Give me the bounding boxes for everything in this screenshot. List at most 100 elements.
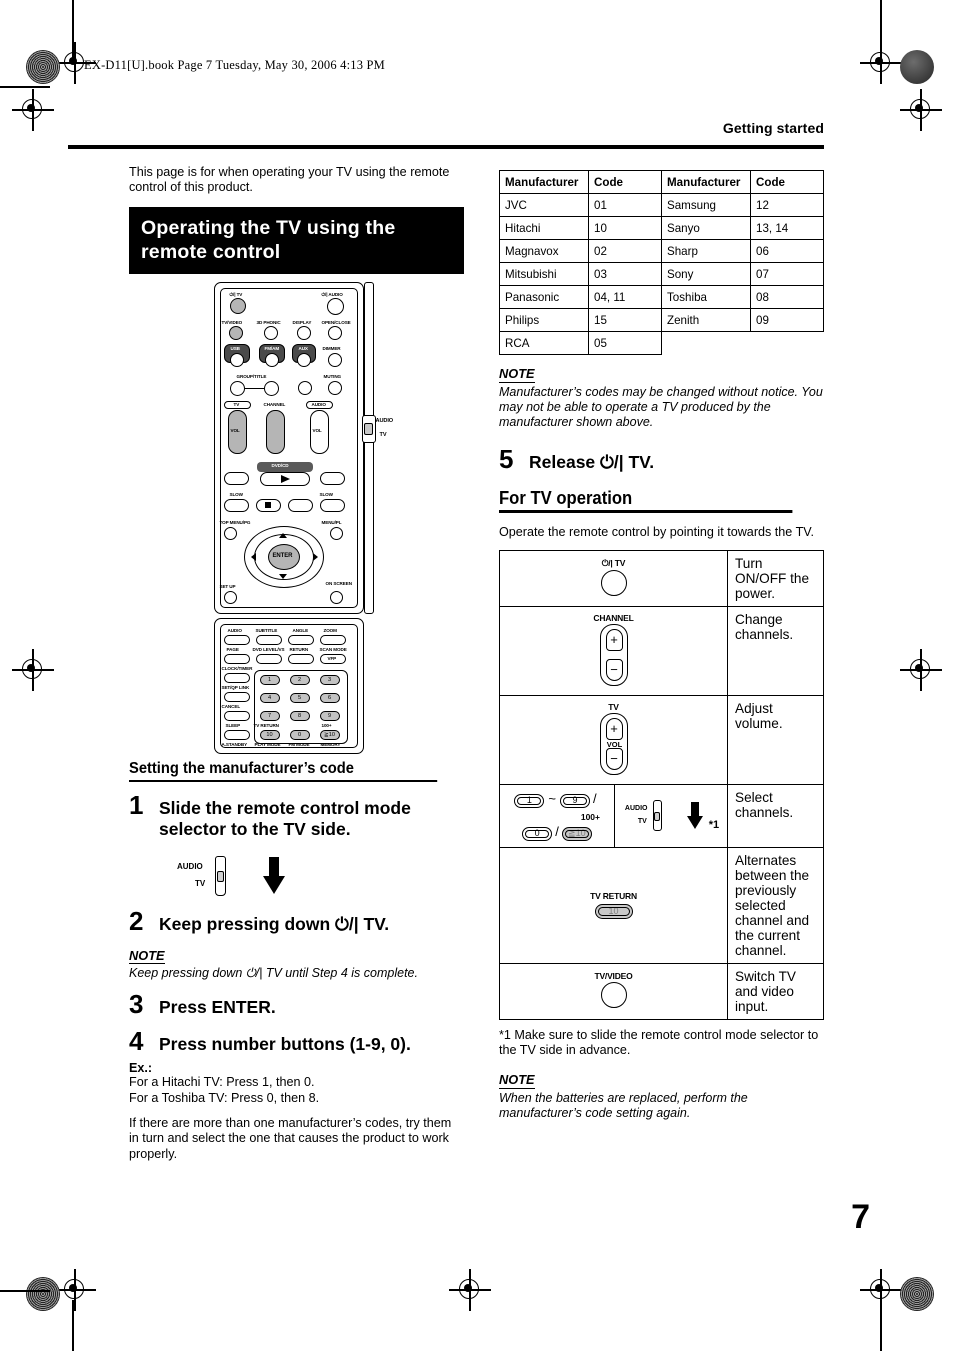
- remote-fastforward-button: [319, 498, 345, 512]
- note-2-body: Keep pressing down ⏻/| TV until Step 4 i…: [129, 966, 418, 981]
- crop-line-right-bottom: [880, 1300, 882, 1351]
- crop-line-bottom-band: [0, 1290, 50, 1292]
- slash-separator-1: /: [592, 790, 597, 806]
- cell-empty: [662, 332, 751, 355]
- cell-code: 08: [750, 285, 824, 309]
- cell-manufacturer: Samsung: [661, 193, 751, 217]
- col-code-2: Code: [750, 170, 824, 194]
- remote-label-3d-phonic: 3D PHONIC: [256, 319, 281, 325]
- registration-mark-bottom-center: [449, 1269, 491, 1311]
- table-row: JVC 01 Samsung 12: [499, 193, 824, 217]
- remote-label-power-tv: ⏻/| TV: [229, 291, 243, 297]
- remote-label-top-menu: TOP MENU/PG: [219, 519, 251, 525]
- remote-nav-down-icon: [278, 573, 287, 579]
- operation-icon-tv-video: TV/VIDEO: [499, 962, 728, 1020]
- remote-back-button: [297, 380, 312, 395]
- remote-nav-left-icon: [250, 552, 256, 561]
- tv-video-button-icon: [600, 982, 627, 1009]
- remote-muting-button: [327, 380, 342, 395]
- tv-return-button-icon: 10: [594, 904, 633, 920]
- remote-set-up-button: [223, 590, 237, 604]
- remote-key-2: 2: [289, 674, 310, 685]
- step-5-text: Release ⏻/| TV.: [529, 452, 655, 473]
- step-4-text: Press number buttons (1-9, 0).: [159, 1034, 411, 1055]
- cell-code: 02: [588, 239, 662, 263]
- operation-icon-selector: AUDIO TV *1: [614, 783, 728, 848]
- operation-desc-select-channels: Select channels.: [727, 783, 824, 848]
- vol-glyph-sublabel: VOL: [606, 739, 623, 749]
- remote-angle-button: [287, 634, 314, 645]
- remote-prev-button: [223, 471, 249, 485]
- num-key-over10: ≧10: [561, 826, 592, 841]
- cell-manufacturer: Panasonic: [499, 285, 589, 309]
- remote-label-audio: AUDIO: [311, 401, 326, 407]
- right-column: Manufacturer Code Manufacturer Code JVC …: [499, 170, 825, 1125]
- remote-label-audio-vol: VOL: [312, 427, 322, 433]
- table-row: Mitsubishi 03 Sony 07: [499, 262, 824, 286]
- remote-display-button: [296, 325, 311, 340]
- selector-knob-small: [654, 811, 661, 821]
- registration-mark-left-middle: [12, 649, 54, 691]
- remote-label-dvd-level: DVD LEVEL/VS: [252, 646, 285, 652]
- remote-fmam-button: [264, 352, 279, 367]
- manufacturer-code-table: Manufacturer Code Manufacturer Code JVC …: [499, 170, 824, 355]
- tv-volume-rocker-icon: + − VOL: [599, 712, 628, 775]
- remote-label-muting: MUTING: [323, 373, 342, 379]
- cell-code: 07: [750, 262, 824, 286]
- remote-power-audio-button: [326, 297, 344, 315]
- down-arrow-icon: [263, 856, 286, 895]
- volume-minus: −: [605, 747, 623, 770]
- color-patch-bottom-right: [900, 1277, 934, 1311]
- selector-audio-label-small: AUDIO: [624, 804, 648, 812]
- cell-manufacturer: JVC: [499, 193, 589, 217]
- cell-code: 15: [588, 308, 662, 332]
- num-key-1: 1: [514, 793, 545, 808]
- registration-mark-right-upper: [900, 89, 942, 131]
- slash-separator-2: /: [555, 823, 559, 839]
- cell-code: 06: [750, 239, 824, 263]
- operation-desc-channel: Change channels.: [727, 605, 824, 696]
- remote-dvd-level-button: [255, 653, 282, 664]
- remote-tv-video-button: [228, 325, 243, 340]
- remote-key-4: 4: [259, 692, 280, 703]
- page-number: 7: [851, 1198, 870, 1236]
- hundred-plus-label: 100+: [580, 811, 600, 822]
- remote-subtitle-button: [255, 634, 282, 645]
- note-3-heading: NOTE: [499, 1072, 535, 1089]
- remote-zoom-button: [319, 634, 346, 645]
- remote-next-button: [319, 471, 345, 485]
- remote-selector-label-tv: TV: [379, 431, 387, 438]
- cell-code: 05: [588, 331, 662, 355]
- step-2-number: 2: [129, 905, 144, 936]
- book-file-header: EX-D11[U].book Page 7 Tuesday, May 30, 2…: [84, 58, 385, 72]
- remote-on-screen-button: [329, 590, 343, 604]
- left-column: This page is for when operating your TV …: [129, 165, 464, 1162]
- color-patch-bottom-left: [26, 1277, 60, 1311]
- remote-label-power-audio: ⏻/| AUDIO: [321, 291, 343, 297]
- remote-key-7: 7: [259, 710, 280, 721]
- intro-paragraph: This page is for when operating your TV …: [129, 165, 450, 195]
- remote-key-6: 6: [319, 692, 340, 703]
- remote-side-rail: [363, 281, 374, 614]
- volume-plus: +: [605, 717, 623, 740]
- operation-icon-power: ⏻/| TV: [499, 549, 728, 607]
- remote-open-close-button: [327, 325, 342, 340]
- registration-mark-left-upper: [12, 89, 54, 131]
- step-5-number: 5: [499, 444, 514, 475]
- step-5: 5 Release ⏻/| TV.: [499, 446, 825, 473]
- remote-label-100-plus: 100+: [321, 722, 332, 728]
- operation-icon-volume: TV + − VOL: [499, 694, 728, 785]
- remote-pause-button: [287, 498, 313, 512]
- remote-label-return: RETURN: [289, 646, 309, 652]
- remote-label-open-close: OPEN/CLOSE: [321, 319, 351, 325]
- remote-rewind-button: [223, 498, 249, 512]
- header-rule: [68, 145, 824, 149]
- remote-menu-pl-button: [329, 526, 343, 540]
- remote-key-8: 8: [289, 710, 310, 721]
- remote-label-slow-left: SLOW: [229, 491, 243, 497]
- crop-line-top-band: [0, 86, 50, 88]
- num-key-0: 0: [522, 826, 553, 841]
- table-header-row: Manufacturer Code Manufacturer Code: [499, 170, 824, 194]
- operation-row-channel: CHANNEL + − Change channels.: [499, 605, 824, 696]
- remote-label-page: PAGE: [226, 646, 239, 652]
